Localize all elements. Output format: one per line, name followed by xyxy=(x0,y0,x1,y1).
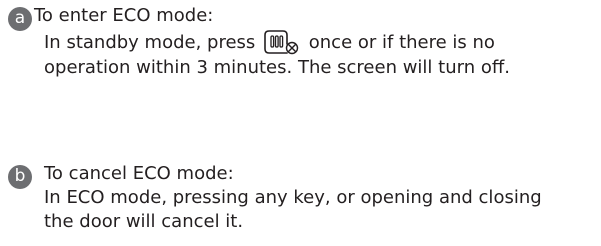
step-badge-b: b xyxy=(8,165,32,189)
step-b-text: To cancel ECO mode: In ECO mode, pressin… xyxy=(34,162,542,234)
step-b-line-1: In ECO mode, pressing any key, or openin… xyxy=(44,187,542,208)
step-a-line-1-start: In standby mode, press xyxy=(44,32,256,53)
step-badge-a: a xyxy=(8,7,32,31)
step-a-title: To enter ECO mode: xyxy=(34,5,214,26)
step-a-text: To enter ECO mode: In standby mode, pres… xyxy=(34,4,510,80)
step-a-line-1-end: once or if there is no xyxy=(308,32,495,53)
step-a-line-1: In standby mode, press once or if there … xyxy=(34,28,510,56)
step-b-line-2: the door will cancel it. xyxy=(44,211,244,232)
eco-key-icon xyxy=(263,28,301,56)
step-a-line-2: operation within 3 minutes. The screen w… xyxy=(44,57,510,78)
step-b-title: To cancel ECO mode: xyxy=(44,163,234,184)
